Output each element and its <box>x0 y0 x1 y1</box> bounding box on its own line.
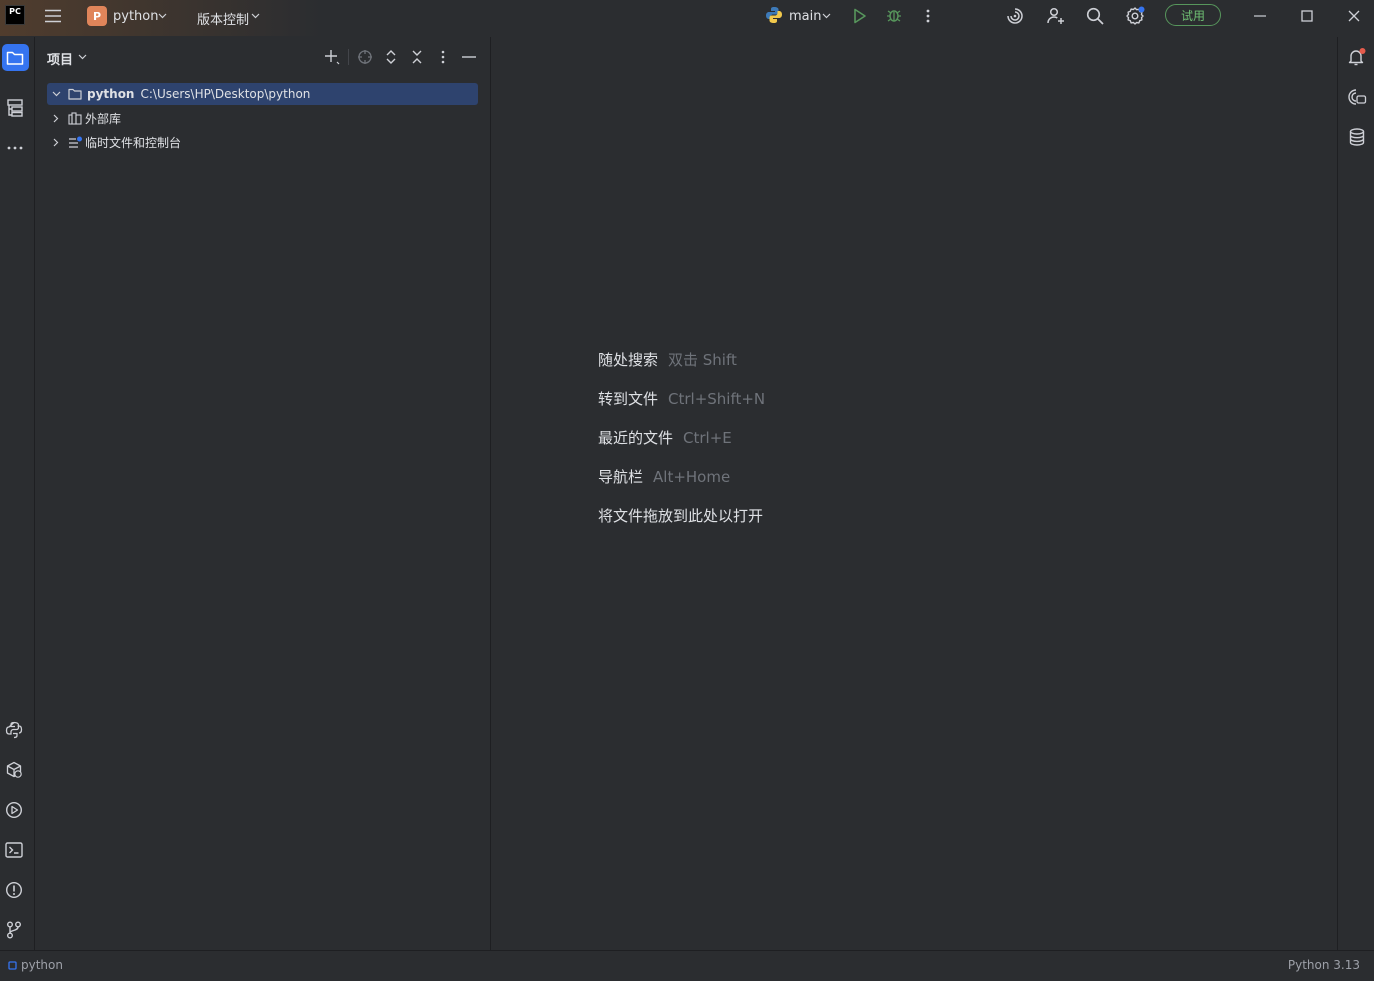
hint-recent-files: 最近的文件 Ctrl+E <box>598 427 732 448</box>
chevron-down-icon[interactable] <box>250 12 260 20</box>
services-run-icon[interactable] <box>3 799 25 821</box>
editor-area[interactable] <box>491 37 1337 950</box>
notifications-bell-icon[interactable] <box>1346 46 1368 68</box>
problems-icon[interactable] <box>3 879 25 901</box>
code-with-me-icon[interactable] <box>1045 6 1065 26</box>
status-project-name: python <box>21 958 63 972</box>
python-icon[interactable] <box>765 6 783 24</box>
ai-assistant-icon[interactable] <box>1005 6 1025 26</box>
terminal-icon[interactable] <box>3 839 25 861</box>
chevron-down-icon[interactable] <box>821 12 831 20</box>
project-name[interactable]: python <box>113 9 158 24</box>
debug-icon[interactable] <box>885 6 903 24</box>
hint-shortcut: 双击 Shift <box>668 351 737 369</box>
hint-navigation-bar: 导航栏 Alt+Home <box>598 466 730 487</box>
hint-action: 导航栏 <box>598 468 644 486</box>
settings-gear-icon[interactable] <box>1124 5 1146 27</box>
hint-shortcut: Ctrl+Shift+N <box>668 390 766 408</box>
tree-row-project-root[interactable]: python C:\Users\HP\Desktop\python <box>47 83 478 105</box>
hint-shortcut: Alt+Home <box>653 468 731 486</box>
expand-all-icon[interactable] <box>382 48 400 66</box>
more-horizontal-icon[interactable] <box>4 137 26 159</box>
tree-label: 外部库 <box>85 111 122 126</box>
project-panel-title[interactable]: 项目 <box>47 49 73 68</box>
search-icon[interactable] <box>1085 6 1105 26</box>
chevron-right-icon[interactable] <box>53 114 59 123</box>
right-tool-strip <box>1337 37 1374 950</box>
trial-button[interactable]: 试用 <box>1165 4 1221 26</box>
chevron-down-icon[interactable] <box>157 12 167 20</box>
add-new-icon[interactable] <box>323 48 341 66</box>
folder-icon <box>68 88 82 100</box>
chevron-down-icon[interactable] <box>52 91 61 97</box>
tree-label: python <box>87 87 135 101</box>
interpreter-selector[interactable]: Python 3.13 <box>1288 958 1360 972</box>
hint-action: 随处搜索 <box>598 351 659 369</box>
status-project[interactable]: python <box>8 958 63 972</box>
toolbar-separator <box>348 49 349 65</box>
more-vertical-icon[interactable] <box>920 7 936 25</box>
git-branch-icon[interactable] <box>3 919 25 941</box>
structure-icon[interactable] <box>4 97 26 119</box>
tree-row-scratches-consoles[interactable]: 临时文件和控制台 <box>47 131 478 153</box>
hint-action: 转到文件 <box>598 390 659 408</box>
tree-row-external-libraries[interactable]: 外部库 <box>47 107 478 129</box>
library-icon <box>68 111 82 125</box>
close-icon[interactable] <box>1344 6 1364 26</box>
hint-drop-files: 将文件拖放到此处以打开 <box>598 505 763 526</box>
status-bar: python Python 3.13 <box>0 950 1374 981</box>
hide-panel-icon[interactable] <box>460 48 478 66</box>
python-console-icon[interactable] <box>3 719 25 741</box>
chevron-right-icon[interactable] <box>53 138 59 147</box>
hint-search-everywhere: 随处搜索 双击 Shift <box>598 349 737 370</box>
minimize-icon[interactable] <box>1250 6 1270 26</box>
project-folder-icon[interactable] <box>4 47 26 69</box>
main-menu-icon[interactable] <box>43 6 63 26</box>
tree-label: 临时文件和控制台 <box>85 135 182 150</box>
tree-path: C:\Users\HP\Desktop\python <box>140 87 311 101</box>
vcs-menu[interactable]: 版本控制 <box>197 9 249 28</box>
title-bar: PC P python 版本控制 main 试用 <box>0 0 1374 36</box>
hint-action: 将文件拖放到此处以打开 <box>598 507 764 525</box>
hint-go-to-file: 转到文件 Ctrl+Shift+N <box>598 388 765 409</box>
ai-chat-icon[interactable] <box>1346 86 1368 108</box>
maximize-icon[interactable] <box>1297 6 1317 26</box>
hint-shortcut: Ctrl+E <box>683 429 732 447</box>
project-panel: 项目 python C:\Users\HP\Desktop\python 外部库… <box>35 37 491 950</box>
chevron-down-icon[interactable] <box>77 53 87 61</box>
hint-action: 最近的文件 <box>598 429 674 447</box>
scratches-icon <box>68 136 83 149</box>
locate-file-icon[interactable] <box>356 48 374 66</box>
project-badge[interactable]: P <box>87 6 107 26</box>
run-config-name[interactable]: main <box>789 9 821 24</box>
pycharm-logo-icon[interactable]: PC <box>5 5 25 25</box>
module-icon <box>8 960 17 970</box>
left-tool-strip <box>0 37 35 950</box>
collapse-all-icon[interactable] <box>408 48 426 66</box>
run-icon[interactable] <box>851 7 869 25</box>
python-packages-icon[interactable] <box>3 759 25 781</box>
database-icon[interactable] <box>1346 126 1368 148</box>
options-more-icon[interactable] <box>434 48 452 66</box>
